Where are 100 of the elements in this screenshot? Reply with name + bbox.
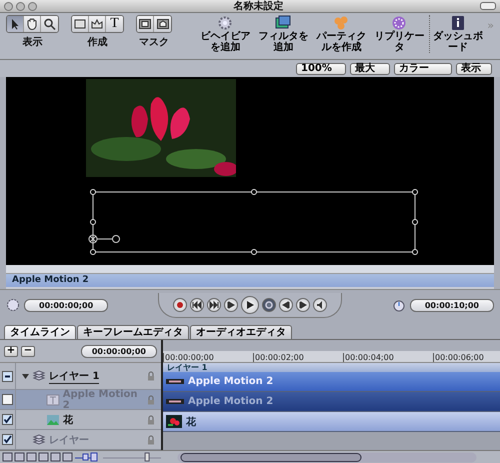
view-toggle-icon[interactable] [14, 452, 25, 462]
horizontal-scrollbar[interactable] [177, 452, 477, 462]
gear-icon [216, 15, 234, 31]
loop-button[interactable] [262, 298, 276, 312]
tab[interactable]: キーフレームエディタ [77, 325, 189, 339]
hand-tool-button[interactable] [24, 16, 41, 32]
minimize-button[interactable] [16, 2, 25, 10]
ruler-time: 00:00:04;00 [343, 353, 433, 362]
filter-button[interactable]: フィルタを追加 [255, 15, 312, 53]
dashboard-button[interactable]: ダッシュボード [429, 15, 486, 53]
step-forward-icon [298, 300, 308, 310]
image-thumbnail-icon [166, 415, 182, 428]
checkmark-icon [3, 435, 12, 444]
layers-icon [32, 370, 46, 382]
popup-menu[interactable]: 最大 [350, 62, 390, 74]
speaker-icon [315, 300, 325, 310]
record-button[interactable] [173, 298, 187, 312]
text-layer-icon [46, 394, 60, 406]
image-icon [46, 414, 60, 426]
track-bar[interactable]: 花 [163, 412, 500, 432]
stepback-button[interactable] [279, 298, 293, 312]
text-clip-icon [166, 379, 184, 384]
bezier-tool-button[interactable] [89, 16, 106, 32]
end-button[interactable] [207, 298, 221, 312]
timecode-field[interactable]: 00:00:00;00 [80, 344, 157, 358]
particle-button[interactable]: パーティクルを作成 [313, 15, 370, 53]
dots-ring-icon [390, 15, 408, 31]
mask-shape-icon [156, 18, 170, 30]
tool-group-label: マスク [139, 36, 169, 49]
stepfwd-button[interactable] [296, 298, 310, 312]
end-time-field[interactable]: 00:00:10;00 [410, 298, 494, 312]
ruler-time: 00:00:06;00 [433, 353, 500, 362]
layer-bar[interactable]: Apple Motion 2 [6, 274, 494, 287]
checkbox[interactable] [2, 394, 13, 405]
skip-forward-icon [209, 300, 219, 310]
popup-menu[interactable]: 表示 [456, 62, 492, 74]
mask-rectangle-icon [138, 18, 152, 30]
rect-tool-button[interactable] [72, 16, 89, 32]
particles-icon [332, 15, 350, 31]
replicator-button[interactable]: リプリケータ [371, 15, 428, 53]
slider-thumb[interactable] [144, 452, 150, 462]
step-back-icon [281, 300, 291, 310]
popup-menu[interactable]: カラー [394, 62, 452, 74]
ruler-time: 00:00:02;00 [253, 353, 343, 362]
layer-name: Apple Motion 2 [62, 388, 139, 410]
tool-group-label: 表示 [22, 36, 42, 49]
start-time-field[interactable]: 00:00:00;00 [24, 298, 108, 312]
checkbox[interactable] [2, 414, 13, 425]
skip-back-icon [192, 300, 202, 310]
ruler-time: 00:00:00;00 [163, 353, 253, 362]
tab[interactable]: タイムライン [4, 325, 76, 339]
track-header[interactable]: レイヤー 1 [163, 363, 500, 372]
maskrect-tool-button[interactable] [137, 16, 154, 32]
checkmark-icon [3, 415, 12, 424]
maskbezier-tool-button[interactable] [154, 16, 171, 32]
view-toggle-icon[interactable] [38, 452, 49, 462]
view-toggle-icon[interactable] [62, 452, 73, 462]
lock-icon[interactable] [147, 414, 155, 424]
lock-icon[interactable] [147, 434, 155, 444]
clock-icon [392, 298, 406, 312]
view-toggle-icon[interactable] [2, 452, 13, 462]
track-bar[interactable]: Apple Motion 2 [163, 392, 500, 412]
behavior-button[interactable]: ビヘイビアを追加 [197, 15, 254, 53]
loop-icon [264, 300, 274, 310]
layer-name: レイヤー 1 [49, 368, 100, 384]
audio-button[interactable] [313, 298, 327, 312]
checkbox[interactable] [2, 434, 13, 445]
layer-row[interactable]: 花 [0, 410, 161, 430]
start-button[interactable] [190, 298, 204, 312]
arrow-tool-button[interactable] [7, 16, 24, 32]
play-button[interactable] [241, 296, 259, 314]
layers-icon [32, 434, 46, 446]
close-button[interactable] [4, 2, 13, 10]
clock-icon [6, 298, 20, 312]
add-layer-button[interactable]: + [4, 346, 18, 356]
layer-row[interactable]: レイヤー 1 [0, 363, 161, 390]
lock-icon[interactable] [147, 371, 155, 381]
picture-icon [274, 15, 292, 31]
checkbox[interactable] [2, 370, 13, 382]
zoom-button[interactable] [28, 2, 37, 10]
toolbar-toggle-button[interactable] [480, 2, 496, 10]
zoom-icon [42, 18, 56, 30]
popup-menu[interactable]: 100% [296, 62, 346, 74]
play-icon [245, 300, 255, 310]
layer-name: レイヤー [49, 434, 89, 446]
track-bar[interactable]: Apple Motion 2 [163, 372, 500, 392]
rectangle-icon [73, 18, 87, 30]
layer-name: 花 [63, 414, 73, 426]
view-toggle-icon[interactable] [26, 452, 37, 462]
tool-group-label: 作成 [88, 36, 108, 49]
view-toggle-icon[interactable] [50, 452, 61, 462]
tab[interactable]: オーディオエディタ [190, 325, 292, 339]
zoom-slider[interactable] [102, 452, 162, 462]
disclosure-triangle-icon[interactable] [22, 372, 29, 380]
record-icon [175, 300, 185, 310]
window-title: 名称未設定 [234, 0, 284, 13]
zoom-tool-button[interactable] [41, 16, 58, 32]
text-tool-button[interactable]: T [106, 16, 123, 32]
prev-button[interactable] [224, 298, 238, 312]
remove-layer-button[interactable]: − [21, 346, 35, 356]
